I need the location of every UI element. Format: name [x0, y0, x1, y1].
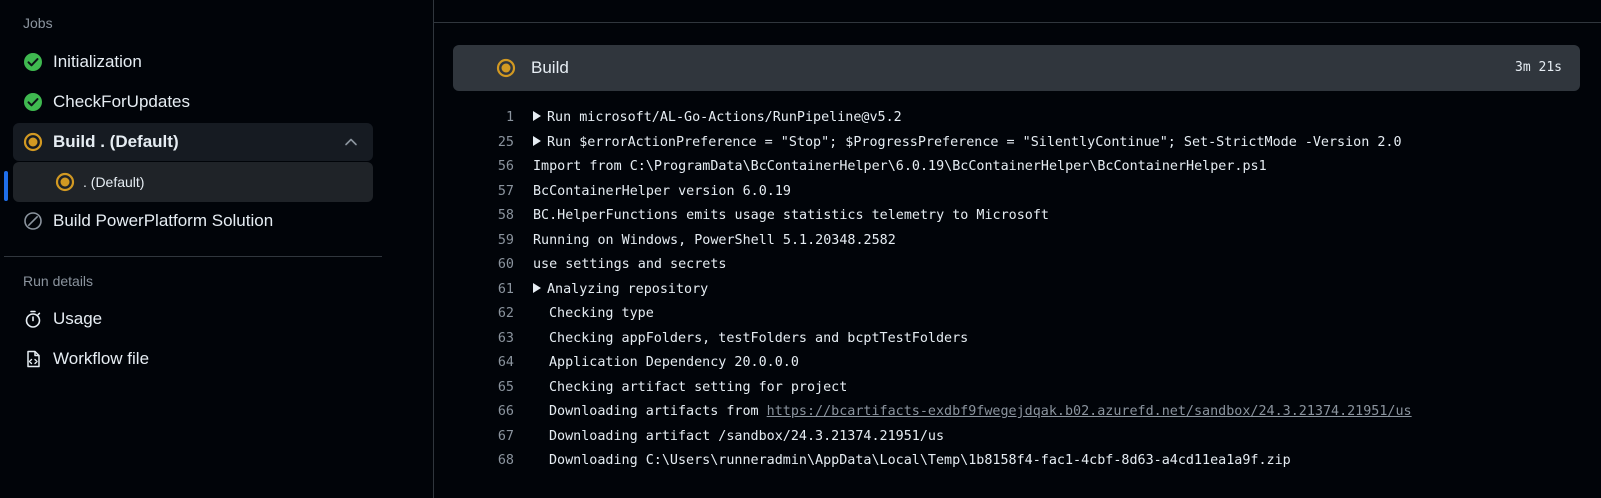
- log-text: Checking type: [549, 306, 654, 321]
- job-label: Initialization: [53, 52, 142, 71]
- step-duration: 3m 21s: [1515, 60, 1562, 75]
- log-text-group: Run microsoft/AL-Go-Actions/RunPipeline@…: [533, 110, 902, 125]
- log-text: Downloading artifact /sandbox/24.3.21374…: [549, 429, 945, 444]
- log-text: BC.HelperFunctions emits usage statistic…: [533, 208, 1049, 223]
- job-build-default[interactable]: Build . (Default): [13, 123, 373, 161]
- file-code-icon: [23, 349, 43, 369]
- chevron-up-icon[interactable]: [343, 134, 359, 155]
- skipped-icon: [23, 211, 43, 231]
- line-number[interactable]: 25: [474, 135, 514, 150]
- stopwatch-icon: [23, 309, 43, 329]
- expand-triangle-icon[interactable]: [533, 111, 541, 121]
- expand-triangle-icon[interactable]: [533, 136, 541, 146]
- line-number[interactable]: 62: [474, 306, 514, 321]
- in-progress-icon: [55, 172, 75, 192]
- line-number[interactable]: 57: [474, 184, 514, 199]
- log-text-group: Run $errorActionPreference = "Stop"; $Pr…: [533, 135, 1402, 150]
- step-title: Build: [531, 58, 569, 77]
- step-header-build[interactable]: Build 3m 21s: [453, 45, 1580, 91]
- job-initialization[interactable]: Initialization: [13, 43, 373, 81]
- in-progress-icon: [496, 58, 516, 83]
- line-number[interactable]: 58: [474, 208, 514, 223]
- line-number[interactable]: 65: [474, 380, 514, 395]
- run-details-workflow-file[interactable]: Workflow file: [13, 340, 373, 378]
- run-details-label: Usage: [53, 309, 103, 328]
- line-number[interactable]: 60: [474, 257, 514, 272]
- selected-indicator: [4, 171, 8, 201]
- top-divider: [434, 22, 1601, 23]
- jobs-section-label: Jobs: [23, 15, 53, 31]
- log-text: Downloading artifacts from: [549, 404, 767, 419]
- log-text: Downloading C:\Users\runneradmin\AppData…: [549, 453, 1291, 468]
- line-number[interactable]: 66: [474, 404, 514, 419]
- artifact-url-link[interactable]: https://bcartifacts-exdbf9fwegejdqak.b02…: [767, 404, 1412, 419]
- line-number[interactable]: 61: [474, 282, 514, 297]
- log-text: Import from C:\ProgramData\BcContainerHe…: [533, 159, 1267, 174]
- line-number[interactable]: 68: [474, 453, 514, 468]
- check-circle-icon: [23, 52, 43, 72]
- sub-job-default[interactable]: . (Default): [13, 162, 373, 202]
- line-number[interactable]: 56: [474, 159, 514, 174]
- log-text: Running on Windows, PowerShell 5.1.20348…: [533, 233, 896, 248]
- log-panel: Build 3m 21s 1 Run microsoft/AL-Go-Actio…: [434, 0, 1601, 498]
- line-number[interactable]: 63: [474, 331, 514, 346]
- log-text-group: Downloading artifacts from https://bcart…: [549, 404, 1412, 419]
- line-number[interactable]: 1: [474, 110, 514, 125]
- job-label: Build PowerPlatform Solution: [53, 211, 274, 230]
- sub-job-label: . (Default): [83, 174, 145, 190]
- log-text: Checking artifact setting for project: [549, 380, 848, 395]
- job-label: Build . (Default): [53, 132, 179, 151]
- job-build-powerplatform[interactable]: Build PowerPlatform Solution: [13, 202, 373, 240]
- log-text: Run microsoft/AL-Go-Actions/RunPipeline@…: [547, 110, 902, 125]
- line-number[interactable]: 67: [474, 429, 514, 444]
- sidebar-divider: [4, 256, 382, 257]
- line-number[interactable]: 64: [474, 355, 514, 370]
- log-text: Run $errorActionPreference = "Stop"; $Pr…: [547, 135, 1402, 150]
- log-text: use settings and secrets: [533, 257, 727, 272]
- log-text: Analyzing repository: [547, 282, 709, 297]
- log-text-group: Analyzing repository: [533, 282, 708, 297]
- log-text: Checking appFolders, testFolders and bcp…: [549, 331, 969, 346]
- log-text: Application Dependency 20.0.0.0: [549, 355, 799, 370]
- check-circle-icon: [23, 92, 43, 112]
- run-details-usage[interactable]: Usage: [13, 300, 373, 338]
- expand-triangle-icon[interactable]: [533, 283, 541, 293]
- job-label: CheckForUpdates: [53, 92, 191, 111]
- line-number[interactable]: 59: [474, 233, 514, 248]
- job-checkforupdates[interactable]: CheckForUpdates: [13, 83, 373, 121]
- in-progress-icon: [23, 132, 43, 152]
- sidebar: Jobs Initialization CheckForUpdates Buil…: [0, 0, 434, 498]
- log-text: BcContainerHelper version 6.0.19: [533, 184, 791, 199]
- run-details-section-label: Run details: [23, 273, 94, 289]
- run-details-label: Workflow file: [53, 349, 150, 368]
